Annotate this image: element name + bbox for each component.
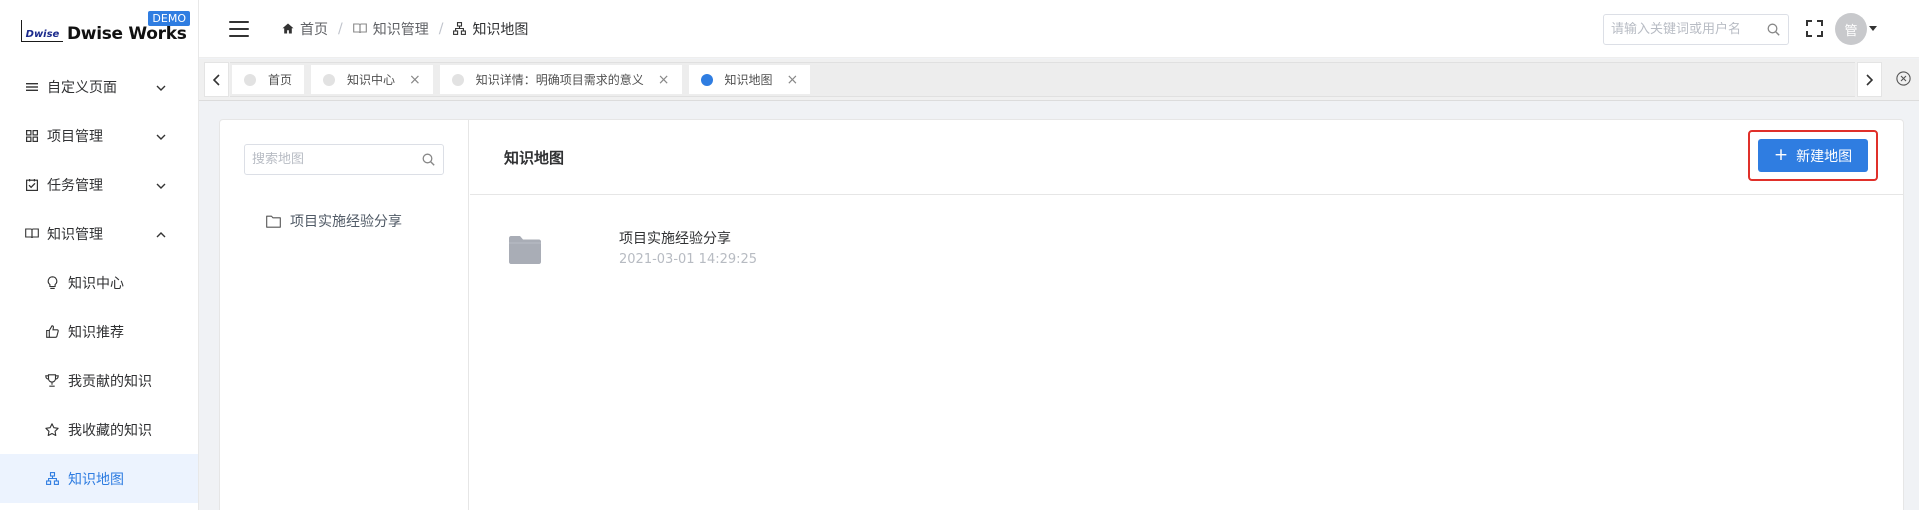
tab-label: 知识中心 — [347, 73, 396, 87]
chevron-down-icon — [156, 177, 166, 193]
sidebar: Dwise Dwise Works DEMO 自定义页面 项目管理 任务管理 知… — [0, 0, 199, 510]
grid-icon — [25, 129, 39, 143]
hamburger-menu-icon[interactable] — [229, 20, 249, 37]
demo-badge: DEMO — [148, 11, 190, 26]
book-icon — [352, 23, 367, 34]
book-icon — [25, 227, 39, 241]
sitemap-icon — [453, 22, 467, 35]
button-label: 新建地图 — [1796, 148, 1853, 165]
tab-status-dot — [700, 73, 713, 86]
map-search — [244, 144, 444, 175]
breadcrumb: 首页 / 知识管理 / 知识地图 — [282, 19, 528, 39]
lightbulb-icon — [45, 275, 59, 290]
sidebar-item-label: 知识推荐 — [68, 324, 124, 341]
map-list-item[interactable]: 项目实施经验分享 2021-03-01 14:29:25 — [509, 230, 757, 268]
avatar[interactable]: 管 — [1835, 13, 1867, 45]
star-icon — [45, 423, 59, 437]
map-date: 2021-03-01 14:29:25 — [619, 252, 758, 267]
map-search-input[interactable] — [252, 152, 412, 167]
fullscreen-icon[interactable] — [1806, 20, 1823, 41]
sidebar-item-my-favorites[interactable]: 我收藏的知识 — [0, 405, 198, 454]
search-icon[interactable] — [1767, 23, 1780, 40]
trophy-icon — [45, 374, 59, 388]
tab-label: 首页 — [268, 73, 293, 87]
tabs-bar: 首页 知识中心 × 知识详情：明确项目需求的意义 × 知识地图 × — [199, 59, 1919, 101]
map-meta: 项目实施经验分享 2021-03-01 14:29:25 — [619, 230, 757, 268]
breadcrumb-current: 知识地图 — [453, 19, 528, 39]
tab-home[interactable]: 首页 — [232, 65, 305, 94]
tab-status-dot — [244, 73, 256, 86]
chevron-right-icon — [1866, 73, 1873, 86]
global-search — [1603, 14, 1789, 45]
plus-icon: + — [1773, 145, 1789, 165]
sidebar-item-knowledge-recommend[interactable]: 知识推荐 — [0, 307, 198, 356]
checkbox-icon — [25, 178, 39, 192]
top-header: 首页 / 知识管理 / 知识地图 管 — [199, 0, 1919, 58]
tab-knowledge-map[interactable]: 知识地图 × — [688, 65, 811, 94]
breadcrumb-knowledge-management[interactable]: 知识管理 — [352, 19, 429, 39]
global-search-input[interactable] — [1611, 22, 1761, 37]
sidebar-item-label: 我贡献的知识 — [68, 373, 152, 390]
tabs-scroll-left-button[interactable] — [204, 62, 229, 97]
tab-knowledge-detail[interactable]: 知识详情：明确项目需求的意义 × — [439, 65, 682, 94]
breadcrumb-separator: / — [338, 20, 343, 37]
logo-mark: Dwise — [21, 20, 63, 42]
breadcrumb-separator: / — [438, 20, 444, 37]
chevron-up-icon — [156, 226, 166, 242]
close-icon[interactable]: × — [658, 73, 670, 87]
sidebar-item-label: 我收藏的知识 — [68, 422, 152, 439]
highlight-frame: + 新建地图 — [1748, 130, 1878, 181]
map-tree-panel: 项目实施经验分享 — [220, 120, 469, 510]
tab-status-dot — [451, 73, 464, 86]
breadcrumb-label: 知识管理 — [372, 21, 429, 38]
map-list-panel: 知识地图 + 新建地图 项目实施经验分享 2021-03-01 14:29:25 — [470, 120, 1903, 510]
panel-header: 知识地图 — [470, 120, 1903, 195]
tabs-track: 首页 知识中心 × 知识详情：明确项目需求的意义 × 知识地图 × — [230, 62, 1855, 97]
tab-label: 知识地图 — [724, 73, 773, 87]
tree-node-folder[interactable]: 项目实施经验分享 — [266, 211, 402, 231]
brand-logo[interactable]: Dwise Dwise Works DEMO — [0, 0, 198, 62]
close-icon[interactable]: × — [409, 73, 421, 87]
close-all-tabs-icon[interactable] — [1896, 71, 1911, 90]
chevron-left-icon — [213, 73, 220, 86]
menu-label: 自定义页面 — [47, 79, 117, 96]
chevron-down-icon — [156, 79, 166, 95]
tab-knowledge-center[interactable]: 知识中心 × — [311, 65, 433, 94]
folder-outline-icon — [266, 215, 281, 228]
chevron-down-icon — [156, 128, 166, 144]
sidebar-item-label: 知识中心 — [68, 275, 124, 292]
sidebar-item-my-contributions[interactable]: 我贡献的知识 — [0, 356, 198, 405]
tab-status-dot — [323, 73, 336, 86]
sidebar-item-knowledge-center[interactable]: 知识中心 — [0, 258, 198, 307]
thumbs-up-icon — [45, 325, 59, 339]
menu-project-management[interactable]: 项目管理 — [0, 111, 198, 160]
menu-label: 任务管理 — [47, 177, 103, 194]
breadcrumb-home[interactable]: 首页 — [282, 19, 328, 39]
list-icon — [25, 80, 39, 94]
menu-custom-pages[interactable]: 自定义页面 — [0, 62, 198, 111]
menu-label: 项目管理 — [47, 128, 103, 145]
folder-icon — [509, 236, 541, 264]
breadcrumb-label: 知识地图 — [472, 21, 529, 38]
tab-label: 知识详情：明确项目需求的意义 — [475, 73, 644, 87]
tree-node-label: 项目实施经验分享 — [290, 214, 402, 230]
menu-knowledge-management[interactable]: 知识管理 — [0, 209, 198, 258]
map-name: 项目实施经验分享 — [619, 231, 731, 247]
brand-name: Dwise Works — [67, 24, 187, 44]
home-icon — [282, 23, 294, 34]
sidebar-item-knowledge-map[interactable]: 知识地图 — [0, 454, 198, 503]
sitemap-icon — [45, 472, 59, 486]
close-icon[interactable]: × — [787, 73, 799, 87]
tabs-scroll-right-button[interactable] — [1857, 62, 1882, 97]
search-icon[interactable] — [422, 153, 435, 170]
sidebar-item-label: 知识地图 — [68, 471, 124, 488]
page-title: 知识地图 — [504, 148, 565, 167]
content-card: 项目实施经验分享 知识地图 + 新建地图 项目实施经验分享 2021-03-01… — [219, 119, 1904, 510]
breadcrumb-label: 首页 — [300, 21, 328, 38]
menu-label: 知识管理 — [47, 226, 103, 243]
new-map-button[interactable]: + 新建地图 — [1758, 139, 1868, 172]
menu-task-management[interactable]: 任务管理 — [0, 160, 198, 209]
caret-down-icon[interactable] — [1869, 26, 1877, 31]
